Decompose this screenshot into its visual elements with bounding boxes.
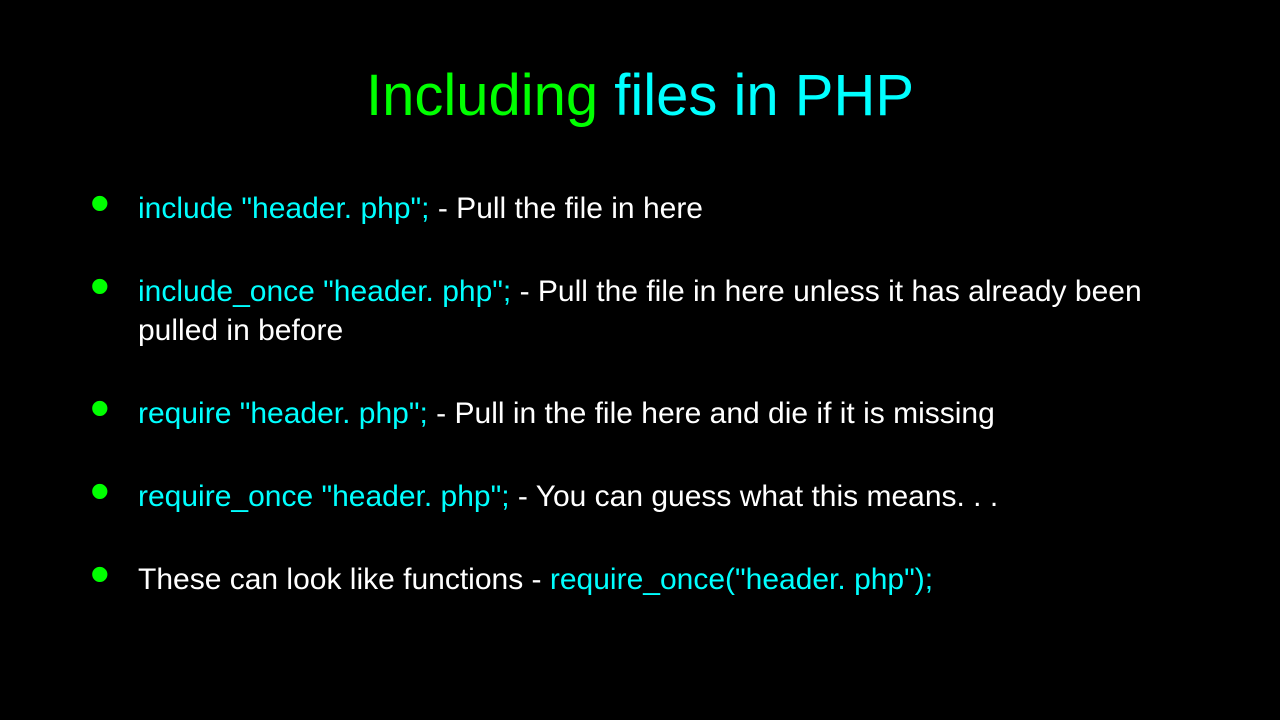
title-part-1: Including (366, 63, 614, 128)
slide: Including files in PHP include "header. … (0, 0, 1280, 720)
bullet-text: - Pull in the file here and die if it is… (428, 397, 995, 430)
bullet-item: include "header. php"; - Pull the file i… (90, 189, 1220, 228)
bullet-item: require "header. php"; - Pull in the fil… (90, 394, 1220, 433)
code-snippet: require_once("header. php"); (550, 563, 933, 596)
title-part-2: files in PHP (614, 63, 914, 128)
bullet-pretext: These can look like functions - (138, 563, 550, 596)
bullet-list: include "header. php"; - Pull the file i… (0, 189, 1280, 599)
bullet-text: - Pull the file in here (438, 192, 703, 225)
bullet-item: These can look like functions - require_… (90, 560, 1220, 599)
bullet-text: - You can guess what this means. . . (510, 480, 999, 513)
code-snippet: require "header. php"; (138, 397, 428, 430)
code-snippet: include "header. php"; (138, 192, 438, 225)
code-snippet: include_once "header. php"; (138, 275, 520, 308)
bullet-item: require_once "header. php"; - You can gu… (90, 477, 1220, 516)
bullet-item: include_once "header. php"; - Pull the f… (90, 272, 1220, 350)
slide-title: Including files in PHP (0, 0, 1280, 149)
code-snippet: require_once "header. php"; (138, 480, 510, 513)
